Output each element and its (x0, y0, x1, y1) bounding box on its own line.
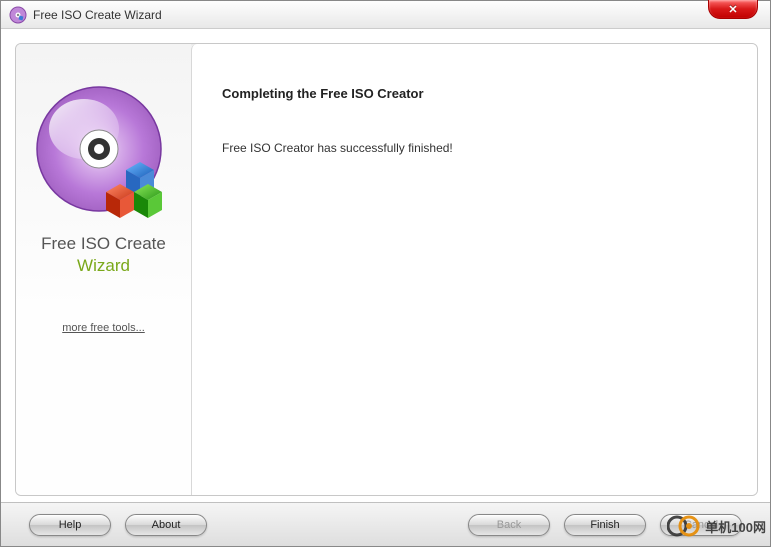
finish-button[interactable]: Finish (564, 514, 646, 536)
footer: Help About Back Finish Cancel (1, 502, 770, 546)
sidebar: Free ISO Create Wizard more free tools..… (16, 44, 191, 495)
about-button[interactable]: About (125, 514, 207, 536)
status-message: Free ISO Creator has successfully finish… (222, 141, 727, 155)
back-button: Back (468, 514, 550, 536)
window-title: Free ISO Create Wizard (33, 8, 162, 22)
help-button[interactable]: Help (29, 514, 111, 536)
more-tools-link[interactable]: more free tools... (62, 322, 145, 334)
app-icon (9, 6, 27, 24)
page-heading: Completing the Free ISO Creator (222, 86, 727, 101)
content-frame: Free ISO Create Wizard more free tools..… (15, 43, 758, 496)
titlebar: Free ISO Create Wizard ✕ (1, 1, 770, 29)
app-name-line1: Free ISO Create (41, 234, 166, 254)
cancel-button: Cancel (660, 514, 742, 536)
disc-logo (34, 84, 174, 224)
main-panel: Completing the Free ISO Creator Free ISO… (191, 44, 757, 495)
close-icon: ✕ (728, 3, 737, 16)
close-button[interactable]: ✕ (708, 0, 758, 19)
app-name-line2: Wizard (77, 256, 130, 276)
body-area: Free ISO Create Wizard more free tools..… (1, 29, 770, 502)
